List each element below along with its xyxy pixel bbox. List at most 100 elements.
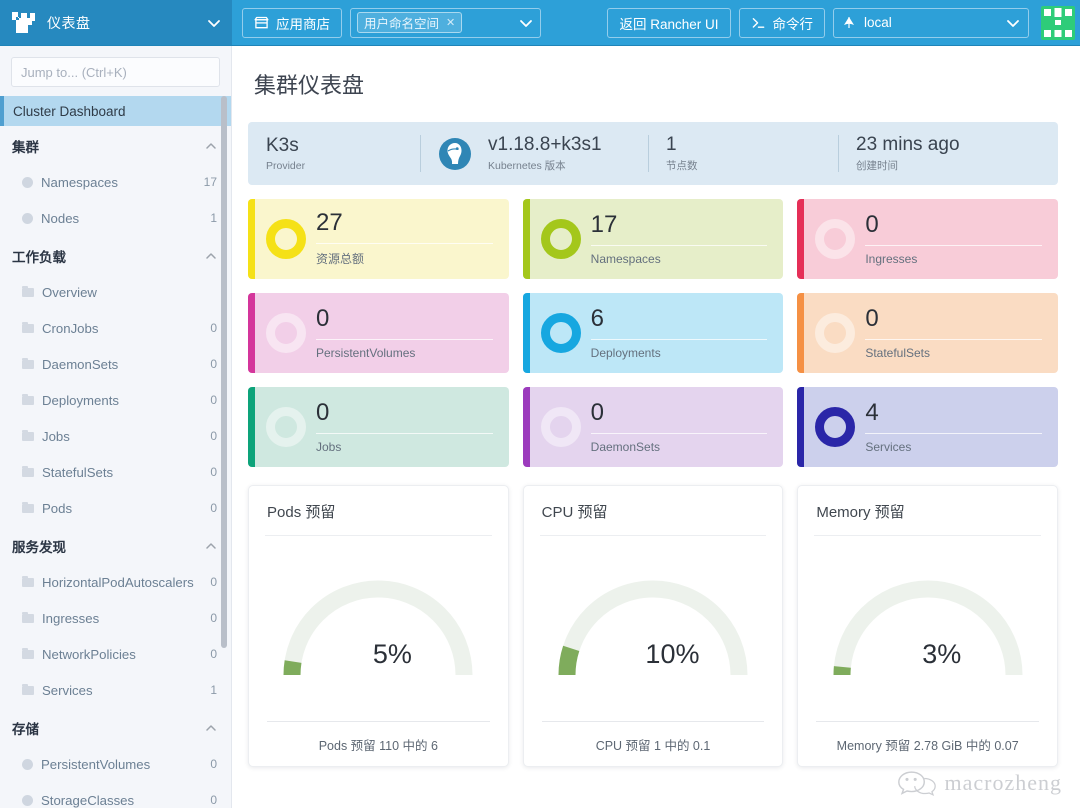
tile-divider [865,244,1042,246]
sidebar-item-horizontalpodautoscalers[interactable]: HorizontalPodAutoscalers 0 [0,564,231,600]
cluster-select[interactable]: local [833,7,1030,38]
top-header: 仪表盘 应用商店 用户命名空间 ✕ 返回 Rancher UI 命令行 loca… [0,0,1080,46]
cluster-info-card: K3s Provider v1.18.8+k3s1 Kubernetes 版本 [248,122,1058,185]
sidebar-item-cronjobs[interactable]: CronJobs 0 [0,310,231,346]
version-value: v1.18.8+k3s1 [488,133,602,155]
shell-button[interactable]: 命令行 [738,7,826,38]
resource-tile-jobs[interactable]: 0 Jobs [248,387,509,467]
tile-ring-icon [266,219,306,259]
cluster-select-label: local [864,15,892,30]
tile-accent-bar [522,199,530,279]
tile-body: 0 StatefulSets [865,304,1058,360]
folder-icon [22,575,34,587]
provider-label: Provider [266,159,306,172]
chevron-down-icon[interactable] [1005,15,1021,31]
sidebar-item-services[interactable]: Services 1 [0,672,231,708]
header-actions: 应用商店 用户命名空间 ✕ 返回 Rancher UI 命令行 local [232,0,1080,45]
tile-accent-bar [797,293,805,373]
sidebar-item-ingresses[interactable]: Ingresses 0 [0,600,231,636]
sidebar-item-namespaces[interactable]: Namespaces 17 [0,164,231,200]
tile-label: Ingresses [865,251,918,266]
tile-accent-bar [797,199,805,279]
sidebar-search-wrap [0,46,231,96]
sidebar-group-header[interactable]: 工作负载 [0,238,231,274]
search-input[interactable] [11,57,220,87]
gauge-plot: 5% [267,536,490,721]
chevron-down-icon[interactable] [518,15,534,31]
resource-tile-deployments[interactable]: 6 Deployments [522,293,784,373]
sidebar-item-storageclasses[interactable]: StorageClasses 0 [0,782,231,808]
resource-tile-资源总额[interactable]: 27 资源总额 [248,199,509,279]
back-to-rancher-button[interactable]: 返回 Rancher UI [607,7,731,38]
gauge-percent: 5% [372,638,412,669]
gauge-percent: 3% [922,638,962,669]
resource-tile-daemonsets[interactable]: 0 DaemonSets [522,387,784,467]
chevron-up-icon[interactable] [205,722,217,734]
chevron-up-icon[interactable] [205,540,217,552]
tile-body: 4 Services [865,400,1058,454]
version-label: Kubernetes 版本 [488,160,566,173]
rancher-logo [12,11,35,33]
sidebar-item-label: Overview [42,284,97,300]
resource-tile-namespaces[interactable]: 17 Namespaces [522,199,784,279]
sidebar-item-count: 1 [210,211,217,225]
gauge-title: CPU 预留 [541,504,608,521]
sidebar: Cluster Dashboard 集群 Namespaces 17 Nodes 1 工作… [0,46,232,808]
folder-icon [22,611,34,623]
sidebar-item-statefulsets[interactable]: StatefulSets 0 [0,454,231,490]
sidebar-group-header[interactable]: 服务发现 [0,528,231,564]
resource-tile-services[interactable]: 4 Services [797,387,1058,467]
sidebar-group-header[interactable]: 集群 [0,128,231,164]
circle-icon [22,176,33,188]
sidebar-item-persistentvolumes[interactable]: PersistentVolumes 0 [0,746,231,782]
tile-accent-bar [248,199,255,279]
tile-ring-icon [815,313,856,353]
tile-accent-bar [248,293,255,373]
sidebar-item-networkpolicies[interactable]: NetworkPolicies 0 [0,636,231,672]
chevron-up-icon[interactable] [205,140,217,152]
tile-label: PersistentVolumes [316,345,416,360]
brand-menu[interactable]: 仪表盘 [0,0,232,45]
tile-count: 0 [865,304,879,332]
wechat-icon [897,771,936,797]
close-icon[interactable]: ✕ [446,16,455,29]
tile-label: Deployments [590,345,661,360]
tile-label: Namespaces [590,251,661,266]
k3s-logo [439,137,471,170]
tile-divider [865,338,1042,340]
sidebar-item-cluster-dashboard[interactable]: Cluster Dashboard [0,96,231,126]
chevron-up-icon[interactable] [205,250,217,262]
folder-icon [22,683,34,695]
info-cell-version: v1.18.8+k3s1 Kubernetes 版本 [420,122,648,185]
tile-ring-icon [540,219,581,259]
namespace-filter-select[interactable]: 用户命名空间 ✕ [350,7,542,38]
sidebar-item-jobs[interactable]: Jobs 0 [0,418,231,454]
sidebar-item-label: DaemonSets [42,356,119,372]
sidebar-item-deployments[interactable]: Deployments 0 [0,382,231,418]
resource-tile-statefulsets[interactable]: 0 StatefulSets [797,293,1058,373]
sidebar-item-daemonsets[interactable]: DaemonSets 0 [0,346,231,382]
avatar[interactable] [1041,5,1076,40]
resource-tile-persistentvolumes[interactable]: 0 PersistentVolumes [248,293,509,373]
folder-icon [22,321,34,333]
sidebar-active-label: Cluster Dashboard [13,103,126,119]
tile-body: 0 PersistentVolumes [316,306,509,360]
sidebar-group-header[interactable]: 存储 [0,710,231,746]
tile-ring-icon [815,219,856,259]
sidebar-item-pods[interactable]: Pods 0 [0,490,231,526]
chevron-down-icon[interactable] [206,15,222,31]
apps-store-button[interactable]: 应用商店 [242,7,342,38]
sidebar-scrollbar[interactable] [221,96,227,648]
sidebar-item-count: 0 [210,357,217,371]
sidebar-item-overview[interactable]: Overview [0,274,231,310]
created-label: 创建时间 [856,160,898,173]
sidebar-item-nodes[interactable]: Nodes 1 [0,200,231,236]
folder-icon [22,647,34,659]
namespace-chip[interactable]: 用户命名空间 ✕ [357,12,463,33]
gauge-title: Pods 预留 [267,504,336,521]
tile-divider [590,244,768,246]
resource-tile-ingresses[interactable]: 0 Ingresses [797,199,1058,279]
cluster-icon [844,17,855,28]
circle-icon [22,758,33,770]
tile-ring-icon [815,407,856,447]
